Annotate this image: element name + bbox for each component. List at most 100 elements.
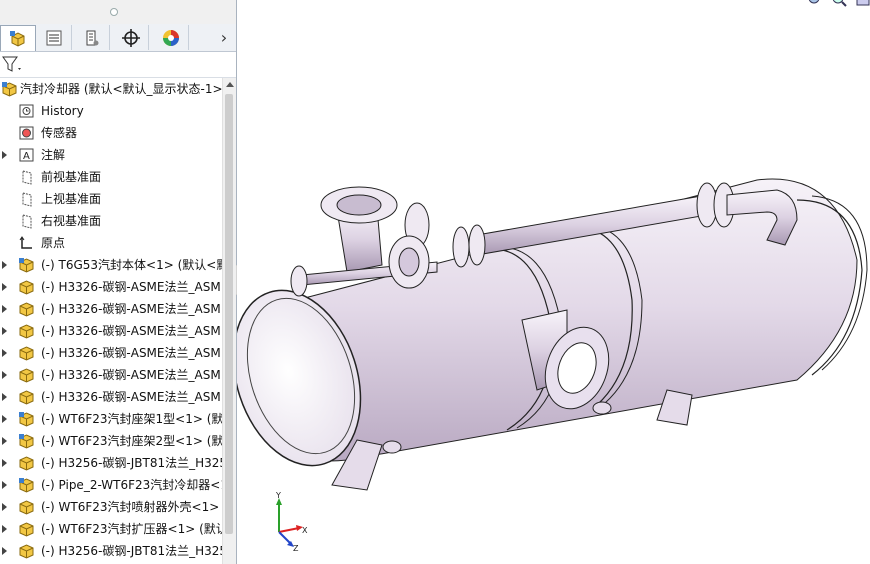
plane-icon — [22, 170, 32, 185]
sensor-icon — [19, 126, 34, 140]
tree-item[interactable]: (-) H3326-碳钢-ASME法兰_ASM — [0, 298, 222, 320]
tree-item-label: (-) T6G53汽封本体<1> (默认<默 — [41, 258, 222, 272]
tree-root[interactable]: 汽封冷却器 (默认<默认_显示状态-1> — [0, 78, 222, 100]
assembly-icon — [19, 478, 34, 493]
axis-triad: Y X Z — [275, 492, 308, 552]
tree-item[interactable]: (-) Pipe_2-WT6F23汽封冷却器<1 — [0, 474, 222, 496]
part-icon — [19, 346, 34, 361]
tree-scrollbar[interactable] — [222, 78, 236, 564]
tab-propertymanager[interactable] — [36, 25, 72, 50]
tree-item[interactable]: (-) H3326-碳钢-ASME法兰_ASM — [0, 386, 222, 408]
expand-arrow-icon[interactable] — [2, 437, 7, 445]
tree-item-label: 注解 — [41, 148, 66, 162]
scroll-thumb[interactable] — [225, 94, 233, 534]
property-list-icon — [46, 30, 61, 45]
expand-arrow-icon[interactable] — [2, 327, 7, 335]
tree-item[interactable]: History — [0, 100, 222, 122]
expand-arrow-icon[interactable] — [2, 525, 7, 533]
part-icon — [19, 544, 34, 559]
tree-item[interactable]: 原点 — [0, 232, 222, 254]
tree-item[interactable]: (-) H3256-碳钢-JBT81法兰_H325 — [0, 452, 222, 474]
part-icon — [19, 324, 34, 339]
tree-item[interactable]: (-) H3326-碳钢-ASME法兰_ASM — [0, 364, 222, 386]
tree-item[interactable]: A 注解 — [0, 144, 222, 166]
tree-item-label: 右视基准面 — [41, 214, 102, 228]
color-wheel-icon — [162, 29, 179, 46]
tree-item[interactable]: (-) H3256-碳钢-JBT81法兰_H325 — [0, 540, 222, 562]
triad-x-label: X — [302, 526, 308, 535]
tree-item-label: 原点 — [41, 236, 66, 250]
expand-arrow-icon[interactable] — [2, 283, 7, 291]
tree-item[interactable]: 右视基准面 — [0, 210, 222, 232]
part-icon — [19, 280, 34, 295]
tree-item[interactable]: (-) WT6F23汽封扩压器<1> (默认 — [0, 518, 222, 540]
tab-dimxpert[interactable] — [113, 25, 149, 50]
heat-exchanger-model[interactable] — [237, 0, 870, 564]
annotation-icon: A — [19, 148, 34, 162]
tab-display-manager[interactable] — [153, 25, 189, 50]
tree-item[interactable]: (-) T6G53汽封本体<1> (默认<默 — [0, 254, 222, 276]
tree-item[interactable]: (-) WT6F23汽封喷射器外壳<1> ( — [0, 496, 222, 518]
part-icon — [19, 522, 34, 537]
expand-arrow-icon[interactable] — [2, 481, 7, 489]
tree-item-label: (-) H3326-碳钢-ASME法兰_ASM — [41, 324, 221, 338]
history-icon — [19, 104, 34, 118]
plane-icon — [22, 192, 32, 207]
svg-text:A: A — [23, 151, 30, 162]
tree-item[interactable]: 传感器 — [0, 122, 222, 144]
scroll-up-icon[interactable] — [226, 82, 234, 87]
tree-item-label: (-) WT6F23汽封喷射器外壳<1> ( — [41, 500, 222, 514]
more-tabs-button[interactable]: › — [214, 25, 234, 50]
filter-icon[interactable] — [2, 56, 24, 74]
assembly-icon — [19, 434, 34, 449]
expand-arrow-icon[interactable] — [2, 393, 7, 401]
triad-y-label: Y — [275, 492, 281, 500]
expand-arrow-icon[interactable] — [2, 459, 7, 467]
tree-root-label: 汽封冷却器 (默认<默认_显示状态-1> — [20, 82, 222, 96]
plane-icon — [22, 214, 32, 229]
tree-item-label: 前视基准面 — [41, 170, 102, 184]
tree-item-label: History — [41, 104, 84, 118]
feature-tree-icon — [10, 30, 25, 47]
tree-item[interactable]: (-) WT6F23汽封座架1型<1> (默认 — [0, 408, 222, 430]
tree-item[interactable]: (-) WT6F23汽封座架2型<1> (默认 — [0, 430, 222, 452]
part-icon — [19, 368, 34, 383]
configuration-icon — [86, 30, 98, 45]
graphics-viewport[interactable]: Y X Z — [237, 0, 870, 564]
tree-item-label: (-) WT6F23汽封座架1型<1> (默认 — [41, 412, 222, 426]
tree-item-label: 上视基准面 — [41, 192, 102, 206]
tree-item[interactable]: (-) H3326-碳钢-ASME法兰_ASM — [0, 320, 222, 342]
crosshair-icon — [121, 28, 140, 47]
expand-arrow-icon[interactable] — [2, 151, 7, 159]
expand-arrow-icon[interactable] — [2, 305, 7, 313]
expand-arrow-icon[interactable] — [2, 261, 7, 269]
expand-arrow-icon[interactable] — [2, 503, 7, 511]
tree-item-label: (-) H3326-碳钢-ASME法兰_ASM — [41, 368, 221, 382]
expand-arrow-icon[interactable] — [2, 547, 7, 555]
part-icon — [19, 302, 34, 317]
tree-item-label: (-) WT6F23汽封扩压器<1> (默认 — [41, 522, 222, 536]
tree-item-label: (-) H3326-碳钢-ASME法兰_ASM — [41, 280, 221, 294]
expand-arrow-icon[interactable] — [2, 349, 7, 357]
expand-arrow-icon[interactable] — [2, 371, 7, 379]
tree-item[interactable]: (-) H3326-碳钢-ASME法兰_ASM — [0, 276, 222, 298]
manager-tabs: › — [0, 24, 236, 52]
feature-manager-panel: › 汽封冷却器 (默认<默认_显示状态-1> History 传感器 A 注解前视基准… — [0, 0, 237, 564]
tree-item[interactable]: 上视基准面 — [0, 188, 222, 210]
part-icon — [19, 456, 34, 471]
filter-bar — [0, 52, 236, 78]
assembly-icon — [19, 412, 34, 427]
panel-grip[interactable] — [0, 0, 236, 24]
tree-item-label: (-) Pipe_2-WT6F23汽封冷却器<1 — [41, 478, 222, 492]
tree-item[interactable]: (-) H3326-碳钢-ASME法兰_ASM — [0, 342, 222, 364]
part-icon — [19, 390, 34, 405]
tab-configurationmanager[interactable] — [74, 25, 110, 50]
tab-featuremanager[interactable] — [0, 25, 36, 51]
grip-dot — [110, 8, 118, 16]
tree-item-label: 传感器 — [41, 126, 78, 140]
tree-item-label: (-) WT6F23汽封座架2型<1> (默认 — [41, 434, 222, 448]
expand-arrow-icon[interactable] — [2, 415, 7, 423]
tree-item-label: (-) H3326-碳钢-ASME法兰_ASM — [41, 302, 221, 316]
assembly-icon — [2, 82, 17, 97]
tree-item[interactable]: 前视基准面 — [0, 166, 222, 188]
